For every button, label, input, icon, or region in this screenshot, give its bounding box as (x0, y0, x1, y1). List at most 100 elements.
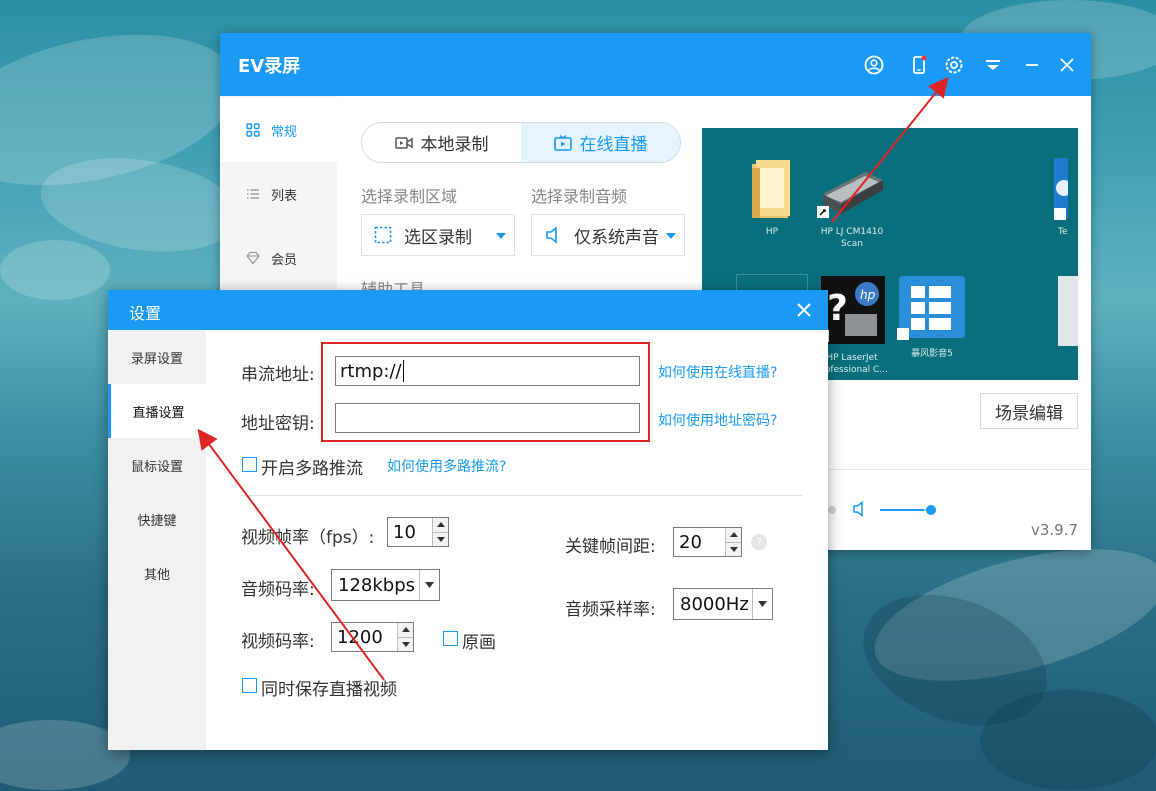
diamond-icon (245, 250, 261, 266)
sidebar-item-label: 会员 (271, 252, 298, 268)
live-tv-icon (553, 134, 572, 151)
original-quality-checkbox[interactable] (443, 631, 458, 646)
user-icon (864, 55, 884, 75)
tab-local-record[interactable]: 本地录制 (362, 123, 521, 162)
keyframe-label: 关键帧间距: (565, 537, 656, 557)
fps-spinner[interactable]: 10 (387, 517, 449, 547)
spin-down-icon[interactable] (726, 542, 741, 556)
speaker-icon (546, 226, 557, 244)
desktop-icon-label: Te (1058, 227, 1068, 237)
video-bitrate-label: 视频码率: (241, 632, 315, 652)
dialog-close-button[interactable] (794, 300, 814, 320)
stream-url-input[interactable]: rtmp:// (335, 356, 640, 386)
record-mode-tabs: 本地录制 在线直播 (361, 122, 681, 163)
volume-slider-handle[interactable] (926, 505, 936, 515)
gear-icon (945, 56, 963, 74)
settings-tab-live[interactable]: 直播设置 (108, 384, 206, 438)
desktop-icon-hp-scan: HP LJ CM1410 Scan (812, 158, 892, 250)
sidebar-item-list[interactable]: 列表 (220, 162, 337, 226)
settings-tab-hotkey[interactable]: 快捷键 (108, 492, 206, 546)
keyframe-value: 20 (679, 531, 702, 553)
settings-tab-record[interactable]: 录屏设置 (108, 330, 206, 384)
sidebar-item-label: 列表 (271, 188, 298, 204)
volume-slider[interactable] (880, 509, 932, 511)
help-key-link[interactable]: 如何使用地址密码? (658, 410, 777, 430)
spin-up-icon[interactable] (398, 623, 413, 638)
multi-push-checkbox[interactable] (242, 457, 257, 472)
svg-text:hp: hp (860, 288, 876, 302)
stream-url-value: rtmp:// (340, 360, 402, 382)
main-title-bar: EV录屏 (220, 33, 1091, 96)
region-value: 选区录制 (404, 227, 472, 248)
video-bitrate-spinner[interactable]: 1200 (331, 622, 414, 652)
settings-sidebar: 录屏设置 直播设置 鼠标设置 快捷键 其他 (108, 330, 206, 750)
sidebar-item-member[interactable]: 会员 (220, 226, 337, 290)
version-label: v3.9.7 (1030, 521, 1078, 539)
save-video-checkbox[interactable] (242, 678, 257, 693)
spin-down-icon[interactable] (433, 532, 448, 546)
sample-rate-label: 音频采样率: (565, 600, 656, 620)
keyframe-spinner[interactable]: 20 (673, 527, 742, 557)
user-account-button[interactable] (860, 51, 888, 79)
audio-section-label: 选择录制音频 (531, 187, 628, 206)
app-title: EV录屏 (238, 56, 301, 77)
help-live-link[interactable]: 如何使用在线直播? (658, 362, 777, 382)
grid-icon (245, 122, 261, 138)
sample-rate-select[interactable]: 8000Hz (673, 588, 773, 620)
original-quality-label: 原画 (462, 633, 496, 653)
fps-value: 10 (393, 521, 416, 543)
stream-key-input[interactable] (335, 403, 640, 433)
settings-tab-mouse[interactable]: 鼠标设置 (108, 438, 206, 492)
chevron-down-icon (419, 570, 439, 600)
section-divider (241, 495, 802, 496)
volume-icon[interactable] (852, 500, 870, 519)
settings-tab-other[interactable]: 其他 (108, 546, 206, 600)
audio-bitrate-select[interactable]: 128kbps (331, 569, 440, 601)
video-bitrate-value: 1200 (337, 626, 383, 648)
dialog-title-bar: 设置 (108, 290, 828, 330)
stream-url-label: 串流地址: (241, 365, 315, 385)
region-section-label: 选择录制区域 (361, 187, 458, 206)
help-question-icon[interactable]: ? (751, 534, 767, 550)
spin-down-icon[interactable] (398, 637, 413, 651)
spin-up-icon[interactable] (433, 518, 448, 533)
video-icon (394, 136, 413, 149)
sample-rate-value: 8000Hz (680, 593, 749, 615)
chevron-down-icon (666, 233, 676, 239)
settings-dialog: 设置 录屏设置 直播设置 鼠标设置 快捷键 其他 串流地址: rtmp:// 如… (108, 290, 828, 750)
menu-button[interactable] (979, 51, 1007, 79)
close-icon (1060, 58, 1074, 72)
audio-bitrate-value: 128kbps (338, 574, 416, 596)
tab-label: 本地录制 (420, 135, 489, 155)
audio-value: 仅系统声音 (574, 227, 659, 248)
desktop-icon-hp: HP (732, 158, 812, 238)
media-player-icon (897, 276, 965, 340)
partial-desktop-icon (1058, 276, 1078, 346)
minimize-icon (1026, 64, 1038, 66)
fps-label: 视频帧率（fps）: (241, 528, 375, 548)
save-video-label: 同时保存直播视频 (261, 680, 397, 700)
desktop-icon-label: HP (765, 227, 779, 237)
phone-icon (913, 55, 927, 74)
chevron-down-icon (496, 233, 506, 239)
sidebar-item-label: 常规 (271, 124, 298, 140)
audio-dropdown[interactable]: 仅系统声音 (531, 214, 685, 256)
selection-rect-icon (374, 226, 392, 244)
region-dropdown[interactable]: 选区录制 (361, 214, 515, 256)
sidebar-item-general[interactable]: 常规 (220, 98, 337, 162)
help-multi-link[interactable]: 如何使用多路推流? (387, 456, 506, 476)
folder-icon (752, 160, 790, 218)
settings-button[interactable] (940, 51, 968, 79)
status-dot (828, 506, 836, 514)
tab-online-live[interactable]: 在线直播 (521, 123, 680, 162)
audio-bitrate-label: 音频码率: (241, 580, 315, 600)
desktop-icon-label: 暴风影音5 (911, 349, 953, 359)
scene-edit-button[interactable]: 场景编辑 (980, 393, 1078, 429)
close-main-button[interactable] (1053, 51, 1081, 79)
menu-down-icon (986, 60, 1000, 70)
desktop-icon-baofeng: 暴风影音5 (892, 276, 972, 360)
close-icon (797, 303, 811, 317)
spin-up-icon[interactable] (726, 528, 741, 543)
mobile-button[interactable] (905, 51, 933, 79)
minimize-button[interactable] (1018, 51, 1046, 79)
